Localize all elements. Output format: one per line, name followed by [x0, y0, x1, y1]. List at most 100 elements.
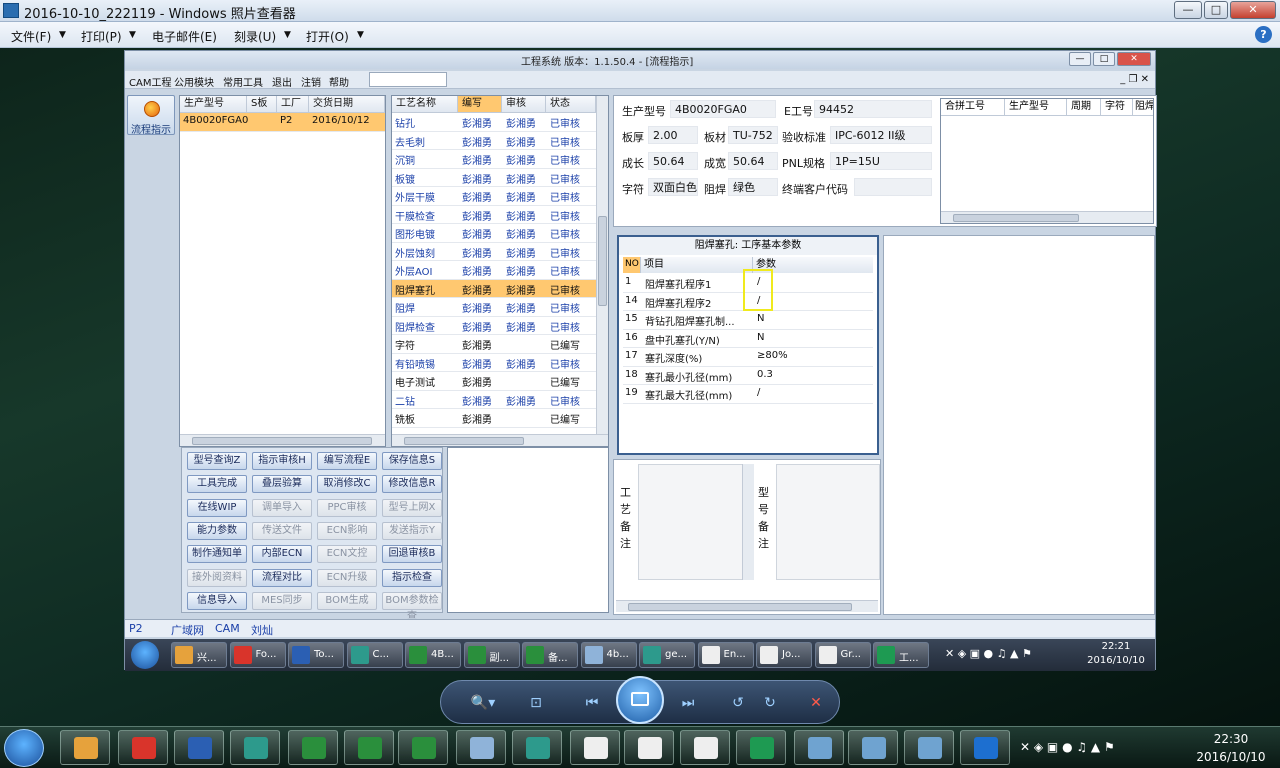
taskbar-app-button[interactable]: [230, 730, 280, 765]
action-button: 工具完成: [187, 475, 247, 494]
action-button: 型号上网X: [382, 498, 442, 517]
taskbar-app-button[interactable]: [344, 730, 394, 765]
action-button: 保存信息S: [382, 452, 442, 470]
taskbar-app-button[interactable]: [904, 730, 954, 765]
char-field: 双面白色: [648, 178, 698, 196]
rotate-left-icon[interactable]: ↺: [727, 693, 749, 713]
menu-print[interactable]: 打印(P): [81, 28, 122, 45]
start-button[interactable]: [4, 729, 44, 767]
task-label: ge...: [665, 649, 688, 660]
action-button: 叠层验算: [252, 475, 312, 494]
taskbar-app-button[interactable]: [624, 730, 674, 765]
app-close-button: ✕: [1117, 52, 1151, 66]
process-cell: 已审核: [550, 248, 580, 260]
rotate-right-icon[interactable]: ↻: [759, 693, 781, 713]
process-row: 干膜检查 彭湘勇 彭湘勇 已审核: [392, 206, 608, 224]
next-icon[interactable]: ⏭: [677, 693, 699, 713]
previous-icon[interactable]: ⏮: [581, 693, 603, 713]
merge-header: 合拼工号: [941, 99, 1005, 116]
taskbar-app-button[interactable]: [398, 730, 448, 765]
param-cell: 塞孔最大孔径(mm): [645, 391, 733, 402]
process-cell: 彭湘勇: [462, 267, 492, 278]
viewer-titlebar: 2016-10-10_222119 - Windows 照片查看器 — □ ✕: [0, 0, 1280, 22]
merge-header: 周期: [1067, 99, 1101, 116]
app-icon: [412, 737, 436, 759]
merge-header: 生产型号: [1005, 99, 1067, 116]
merge-header: 阻焊: [1133, 99, 1153, 116]
taskbar-app-button[interactable]: [60, 730, 110, 765]
slideshow-button[interactable]: [616, 676, 664, 724]
app-menu-help: 帮助: [329, 78, 349, 89]
process-cell: 已审核: [550, 285, 580, 297]
process-row: 阻焊塞孔 彭湘勇 彭湘勇 已审核: [392, 279, 608, 298]
model-notes-box: [776, 464, 880, 580]
taskbar-app-button[interactable]: [456, 730, 506, 765]
task-icon: [409, 646, 427, 664]
process-cell: 彭湘勇: [462, 211, 492, 223]
model-field: 4B0020FGA0: [670, 100, 776, 118]
close-button[interactable]: ✕: [1230, 1, 1276, 19]
process-cell: 彭湘勇: [462, 174, 492, 186]
process-header: 编写: [458, 96, 502, 113]
taskbar-app-button[interactable]: [174, 730, 224, 765]
taskbar-app-button[interactable]: [848, 730, 898, 765]
param-cell: 塞孔最小孔径(mm): [645, 372, 733, 384]
taskbar-app-button[interactable]: [736, 730, 786, 765]
app-icon: [584, 737, 608, 759]
process-cell: 彭湘勇: [462, 137, 492, 149]
zoom-icon[interactable]: 🔍▾: [465, 693, 501, 713]
material-label: 板材: [704, 131, 726, 144]
process-cell: 彭湘勇: [462, 230, 492, 241]
app-icon: [974, 737, 998, 759]
taskbar-app-button[interactable]: [960, 730, 1010, 765]
help-icon[interactable]: ?: [1255, 26, 1272, 43]
inner-task-item: ge...: [639, 642, 695, 668]
process-cell: 已审核: [550, 304, 580, 315]
taskbar-app-button[interactable]: [680, 730, 730, 765]
app-title: 工程系统 版本：1.1.50.4 - [流程指示]: [521, 57, 694, 68]
process-cell: 去毛刺: [395, 137, 425, 149]
process-cell: 彭湘勇: [506, 137, 536, 149]
task-icon: [643, 646, 661, 664]
len-field: 50.64: [648, 152, 698, 170]
taskbar-app-button[interactable]: [118, 730, 168, 765]
process-cell: 彭湘勇: [506, 359, 536, 371]
status-dept: CAM: [215, 622, 240, 635]
process-row: 铣板 彭湘勇 已编写: [392, 409, 608, 428]
task-label: Fo...: [255, 649, 277, 660]
process-vscroll: [596, 96, 608, 434]
action-button: 在线WIP: [187, 498, 247, 517]
taskbar-app-button[interactable]: [288, 730, 338, 765]
process-cell: 彭湘勇: [506, 267, 536, 278]
process-notes-label: 工艺备注: [620, 486, 631, 550]
task-label: 4B...: [431, 649, 454, 660]
taskbar-app-button[interactable]: [512, 730, 562, 765]
inner-clock-time: 22:21: [1101, 641, 1131, 652]
menu-burn[interactable]: 刻录(U): [234, 28, 276, 45]
process-cell: 彭湘勇: [462, 285, 492, 297]
highlight-box: [743, 269, 773, 311]
taskbar-app-button[interactable]: [570, 730, 620, 765]
process-cell: 已审核: [550, 119, 580, 130]
taskbar-app-button[interactable]: [794, 730, 844, 765]
process-cell: 已审核: [550, 211, 580, 223]
cust-field: [854, 178, 932, 196]
menu-open[interactable]: 打开(O): [306, 28, 349, 45]
tray-icons[interactable]: ✕ ◈ ▣ ● ♫ ▲ ⚑: [1020, 740, 1115, 754]
merge-hscroll: [941, 211, 1153, 223]
menu-file[interactable]: 文件(F): [11, 28, 51, 45]
process-cell: 阻焊塞孔: [395, 285, 435, 297]
delete-icon[interactable]: ✕: [805, 693, 827, 713]
task-label: 副...: [489, 653, 510, 664]
menu-email[interactable]: 电子邮件(E): [152, 28, 217, 45]
action-button: 流程对比: [252, 568, 312, 587]
actual-size-icon[interactable]: ⊡: [525, 693, 547, 713]
minimize-button[interactable]: —: [1174, 1, 1202, 19]
wid-label: 成宽: [704, 157, 726, 170]
process-cell: 已审核: [550, 396, 580, 408]
inner-task-item: 备...: [522, 642, 578, 668]
pnl-label: PNL规格: [782, 157, 825, 170]
task-icon: [467, 646, 486, 664]
model-notes-label: 型号备注: [758, 486, 769, 550]
maximize-button[interactable]: □: [1204, 1, 1228, 19]
